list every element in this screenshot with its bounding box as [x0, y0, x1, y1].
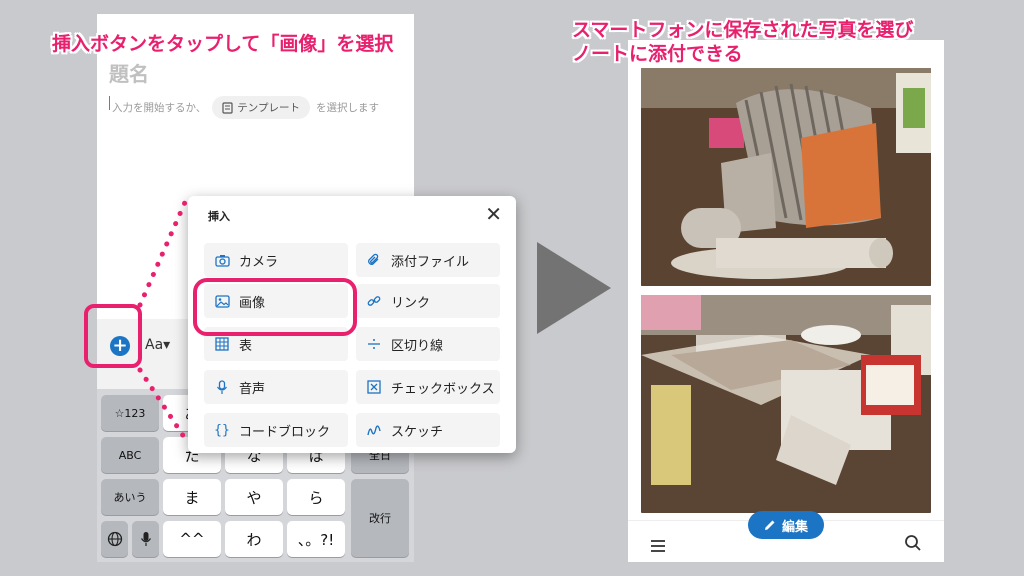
edit-button[interactable]: 編集	[748, 511, 824, 539]
template-button[interactable]: テンプレート	[212, 96, 310, 119]
template-icon	[222, 101, 233, 114]
key-mic[interactable]	[132, 521, 159, 557]
key-punct[interactable]: 、。?!	[287, 521, 345, 557]
search-icon[interactable]	[904, 534, 922, 556]
key-kaomoji[interactable]: ^^	[163, 521, 221, 557]
divider-icon	[366, 336, 382, 352]
code-icon: {}	[214, 422, 230, 438]
menu-item-code-block[interactable]: {} コードブロック	[204, 413, 348, 447]
key-wa[interactable]: わ	[225, 521, 283, 557]
menu-item-audio[interactable]: 音声	[204, 370, 348, 404]
menu-label-divider: 区切り線	[391, 338, 444, 354]
key-abc[interactable]: ABC	[101, 437, 159, 473]
close-icon[interactable]: ✕	[485, 202, 502, 226]
caption-right-line1: スマートフォンに保存された写真を選び	[572, 19, 914, 41]
menu-label-sketch: スケッチ	[391, 424, 444, 440]
sketch-icon	[366, 422, 382, 438]
key-ma[interactable]: ま	[163, 479, 221, 515]
caption-right-line2: ノートに添付できる	[572, 43, 743, 65]
menu-label-attachment: 添付ファイル	[391, 254, 470, 270]
menu-icon[interactable]	[650, 537, 666, 558]
menu-item-sketch[interactable]: スケッチ	[356, 413, 500, 447]
next-step-arrow	[537, 242, 611, 334]
menu-label-code-block: コードブロック	[239, 424, 331, 440]
attached-photo-cardboard-parts[interactable]	[641, 295, 931, 513]
attached-photo-cardboard-roller[interactable]	[641, 68, 931, 286]
menu-item-link[interactable]: リンク	[356, 284, 500, 318]
format-button[interactable]: Aa▾	[145, 337, 170, 353]
checkbox-icon	[366, 379, 382, 395]
link-icon	[366, 293, 382, 309]
mic-icon	[214, 379, 230, 395]
key-ya[interactable]: や	[225, 479, 283, 515]
menu-label-link: リンク	[391, 295, 431, 311]
hint-prefix: 入力を開始するか、	[112, 102, 207, 114]
key-123[interactable]: ☆123	[101, 395, 159, 431]
menu-label-checkbox: チェックボックス	[391, 381, 495, 397]
menu-label-camera: カメラ	[239, 254, 279, 270]
note-body-hint[interactable]: 入力を開始するか、 テンプレート を選択します	[112, 96, 379, 119]
menu-item-attachment[interactable]: 添付ファイル	[356, 243, 500, 277]
menu-item-divider[interactable]: 区切り線	[356, 327, 500, 361]
globe-icon	[107, 531, 122, 547]
paperclip-icon	[366, 252, 382, 268]
menu-label-table: 表	[239, 338, 253, 354]
menu-item-camera[interactable]: カメラ	[204, 243, 348, 277]
hint-suffix: を選択します	[315, 102, 379, 114]
caption-left: 挿入ボタンをタップして「画像」を選択	[52, 33, 394, 55]
key-globe[interactable]	[101, 521, 128, 557]
phone-right: 編集	[628, 40, 944, 562]
image-item-highlight	[193, 278, 357, 336]
camera-icon	[214, 252, 230, 268]
text-cursor	[109, 96, 110, 110]
key-aiu[interactable]: あいう	[101, 479, 159, 515]
template-label: テンプレート	[237, 102, 300, 114]
pencil-icon	[764, 520, 775, 530]
insert-button-highlight	[84, 304, 142, 368]
mic-icon	[140, 532, 151, 546]
key-ra[interactable]: ら	[287, 479, 345, 515]
table-icon	[214, 336, 230, 352]
menu-label-audio: 音声	[239, 381, 266, 397]
key-enter[interactable]: 改行	[351, 479, 409, 557]
insert-menu-title: 挿入	[208, 210, 230, 223]
caption-right: スマートフォンに保存された写真を選び ノートに添付できる	[572, 18, 913, 66]
edit-label: 編集	[781, 519, 808, 535]
menu-item-checkbox[interactable]: チェックボックス	[356, 370, 500, 404]
note-title-placeholder[interactable]: 題名	[109, 58, 149, 87]
